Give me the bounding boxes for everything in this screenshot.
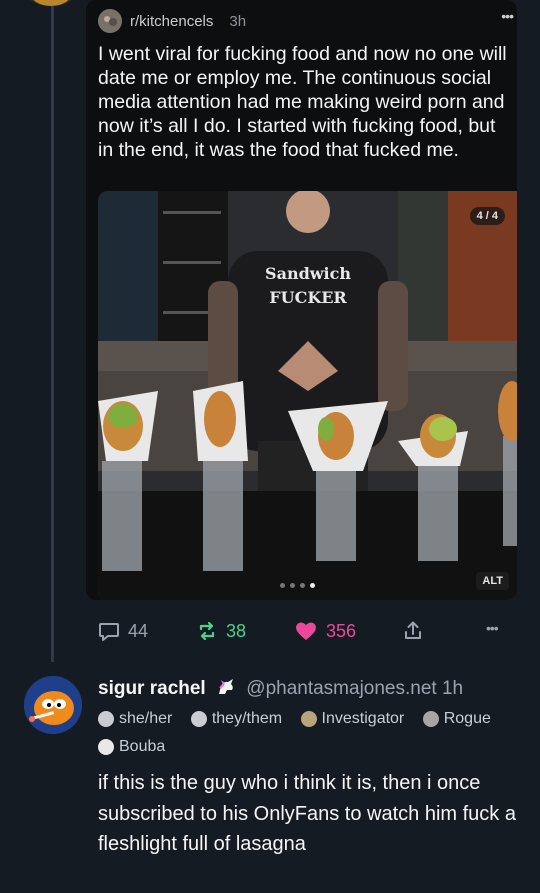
display-name[interactable]: sigur rachel bbox=[98, 678, 206, 699]
repost-button[interactable]: 38 bbox=[196, 620, 246, 642]
reply-time: 1h bbox=[441, 678, 464, 699]
subreddit-avatar bbox=[98, 9, 122, 33]
reply-text: if this is the guy who i think it is, th… bbox=[98, 772, 516, 855]
like-button[interactable]: 356 bbox=[294, 620, 356, 642]
rogue-icon bbox=[422, 711, 439, 727]
carousel-dot[interactable] bbox=[290, 583, 295, 588]
tag-they-them[interactable]: they/them bbox=[190, 710, 283, 728]
shirt-text-line1: Sandwich bbox=[265, 264, 351, 283]
tag-label: Investigator bbox=[321, 710, 405, 727]
reply-count: 44 bbox=[128, 620, 149, 641]
like-count: 356 bbox=[326, 620, 357, 641]
page-indicator: 4 / 4 bbox=[469, 207, 505, 225]
tag-label: she/her bbox=[119, 710, 173, 727]
repost-icon bbox=[199, 621, 215, 641]
tag-bouba[interactable]: Bouba bbox=[98, 738, 165, 756]
parent-avatar[interactable] bbox=[24, 0, 78, 6]
alt-text-button[interactable]: ALT bbox=[476, 572, 509, 590]
post-time: 3h bbox=[229, 12, 247, 30]
carousel-dot[interactable] bbox=[280, 583, 285, 588]
quoted-post-header: r/kitchencels 3h bbox=[98, 9, 246, 33]
heart-icon bbox=[296, 622, 316, 640]
reply-icon bbox=[99, 623, 119, 641]
thread-line bbox=[51, 0, 54, 662]
share-icon bbox=[405, 621, 421, 639]
carousel-dot-active[interactable] bbox=[310, 583, 315, 588]
quoted-post-text: I went viral for fucking food and now no… bbox=[98, 43, 507, 161]
more-options-icon[interactable]: ••• bbox=[501, 8, 514, 24]
user-handle[interactable]: @phantasmajones.net bbox=[246, 678, 436, 699]
reply-button[interactable]: 44 bbox=[98, 620, 148, 642]
reply-post[interactable]: sigur rachel @phantasmajones.net 1h she/… bbox=[0, 662, 540, 893]
shirt-text-line2: FUCKER bbox=[269, 288, 347, 307]
carousel-dot[interactable] bbox=[300, 583, 305, 588]
tag-label: they/them bbox=[211, 710, 283, 727]
tag-label: Bouba bbox=[119, 738, 166, 755]
repost-count: 38 bbox=[226, 620, 247, 641]
share-button[interactable] bbox=[402, 620, 432, 642]
carousel-dots bbox=[280, 583, 315, 588]
unicorn-icon bbox=[215, 678, 237, 696]
tag-she-her[interactable]: she/her bbox=[98, 710, 172, 728]
user-tags: she/her they/them Investigator Rogue Bou… bbox=[98, 710, 528, 766]
tag-rogue[interactable]: Rogue bbox=[422, 710, 491, 728]
post-image[interactable]: Sandwich FUCKER 4 / 4 ALT bbox=[98, 191, 517, 600]
investigator-icon bbox=[300, 711, 317, 727]
pronoun-icon bbox=[190, 711, 207, 727]
post-actions: 44 38 356 ••• bbox=[98, 620, 518, 648]
bouba-icon bbox=[98, 739, 114, 755]
pronoun-icon bbox=[98, 711, 114, 727]
quoted-post-card[interactable]: r/kitchencels 3h ••• I went viral for fu… bbox=[86, 0, 517, 600]
reply-avatar[interactable] bbox=[24, 676, 82, 734]
tag-investigator[interactable]: Investigator bbox=[300, 710, 405, 728]
reply-author-line: sigur rachel @phantasmajones.net 1h bbox=[98, 678, 463, 700]
subreddit-name[interactable]: r/kitchencels bbox=[130, 13, 213, 30]
more-icon[interactable]: ••• bbox=[486, 620, 499, 636]
tag-label: Rogue bbox=[443, 710, 491, 727]
